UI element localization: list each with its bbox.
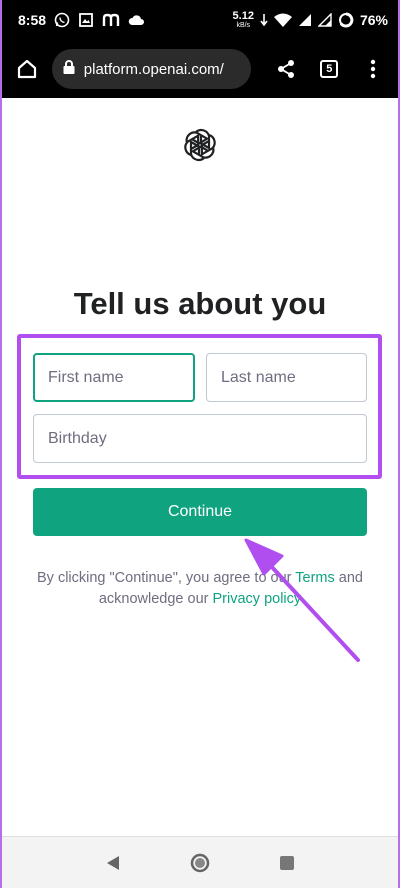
net-speed: 5.12 kB/s xyxy=(232,10,254,30)
share-button[interactable] xyxy=(269,52,303,86)
url-text: platform.openai.com/ xyxy=(83,60,224,78)
battery-icon xyxy=(338,12,354,28)
tab-switcher-button[interactable]: 5 xyxy=(312,52,346,86)
annotation-arrow-icon xyxy=(244,538,360,662)
back-triangle-icon xyxy=(107,855,120,870)
more-vert-icon xyxy=(370,59,376,79)
home-icon xyxy=(17,59,36,79)
download-arrow-icon xyxy=(260,14,268,26)
tab-count: 5 xyxy=(320,60,339,78)
browser-toolbar: platform.openai.com/ 5 xyxy=(0,40,400,98)
back-button[interactable] xyxy=(98,848,128,878)
net-speed-unit: kB/s xyxy=(236,22,251,29)
continue-button[interactable]: Continue xyxy=(33,488,367,536)
home-button[interactable] xyxy=(10,52,44,86)
menu-button[interactable] xyxy=(356,52,390,86)
whatsapp-icon xyxy=(54,12,70,28)
battery-percent: 76% xyxy=(359,12,388,28)
home-nav-button[interactable] xyxy=(185,848,215,878)
recents-button[interactable] xyxy=(272,848,302,878)
home-circle-icon xyxy=(190,853,210,872)
status-bar: 8:58 5.12 kB/s 76% xyxy=(0,0,400,40)
net-speed-value: 5.12 xyxy=(232,10,254,22)
status-time: 8:58 xyxy=(18,12,47,28)
m-icon xyxy=(102,13,120,27)
lock-icon xyxy=(62,59,76,80)
page-title: Tell us about you xyxy=(73,286,327,321)
system-nav-bar xyxy=(0,836,400,888)
wifi-icon xyxy=(273,13,292,27)
recents-square-icon xyxy=(279,855,294,870)
signal-2-icon xyxy=(317,13,332,27)
share-icon xyxy=(277,60,294,78)
gallery-icon xyxy=(78,12,94,28)
signal-icon xyxy=(298,13,312,27)
openai-logo-icon xyxy=(183,128,217,162)
last-name-field[interactable] xyxy=(206,353,367,402)
cloud-icon xyxy=(128,14,145,26)
first-name-field[interactable] xyxy=(33,353,195,402)
address-bar[interactable]: platform.openai.com/ xyxy=(51,49,251,89)
birthday-field[interactable] xyxy=(33,414,367,463)
